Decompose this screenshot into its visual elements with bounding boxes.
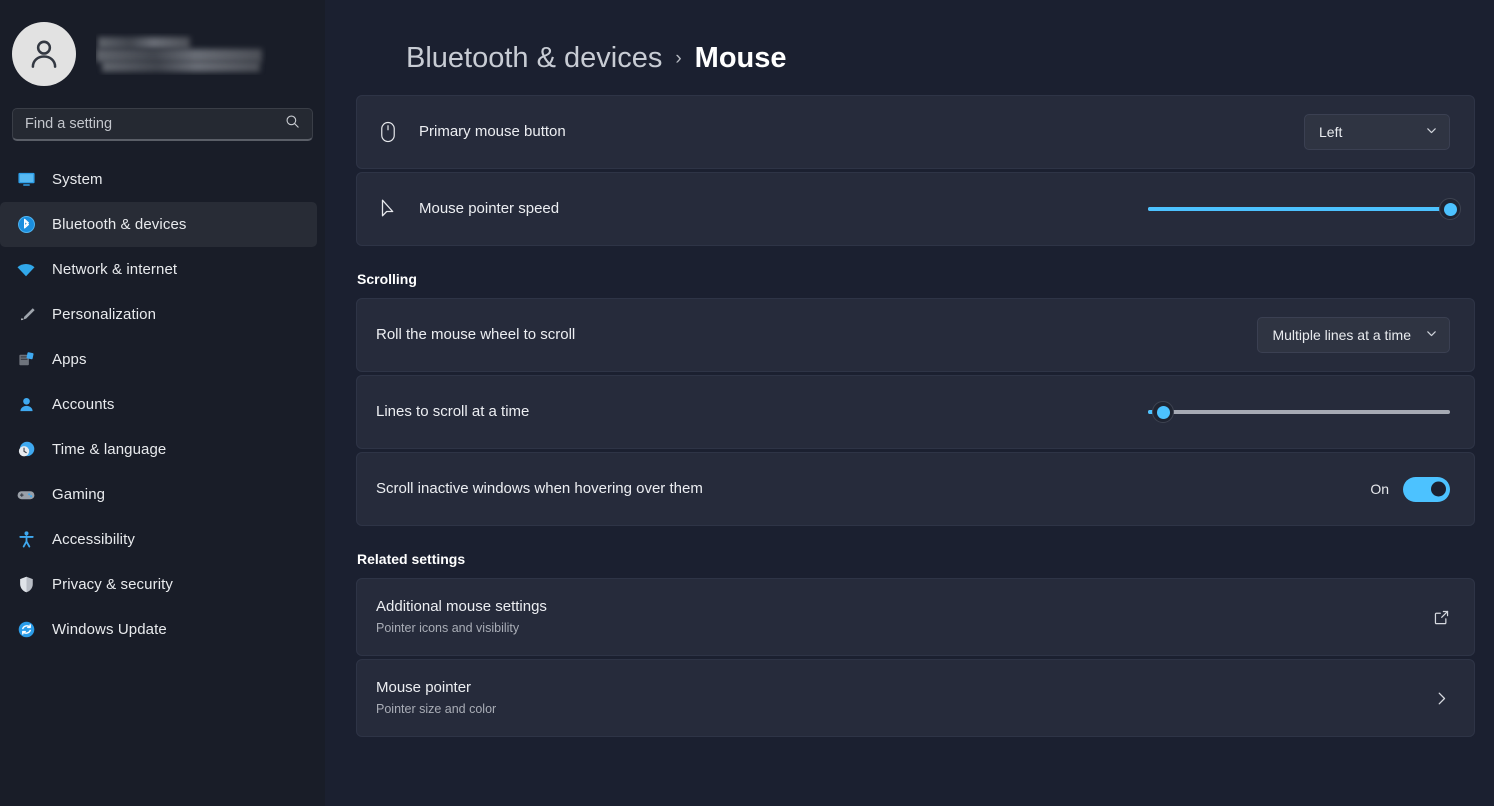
sidebar-item-label: Apps [52, 351, 87, 368]
setting-row-additional-mouse-settings[interactable]: Additional mouse settings Pointer icons … [356, 578, 1475, 656]
slider-thumb[interactable] [1152, 401, 1175, 423]
setting-subtitle: Pointer icons and visibility [376, 620, 520, 635]
sidebar-item-label: System [52, 171, 103, 188]
breadcrumb-separator-icon: › [675, 48, 682, 69]
mouse-pointer-speed-slider[interactable] [1148, 194, 1461, 224]
toggle-state-label: On [1370, 481, 1389, 497]
system-icon [12, 170, 40, 189]
update-icon [12, 620, 40, 639]
sidebar-item-system[interactable]: System [0, 157, 317, 202]
setting-label-container: Roll the mouse wheel to scroll [357, 325, 1257, 345]
clock-icon [12, 440, 40, 459]
lines-to-scroll-slider[interactable] [1148, 397, 1450, 427]
scroll-inactive-windows-toggle[interactable] [1403, 476, 1450, 502]
shield-icon [12, 575, 40, 594]
toggle-container: On [1370, 476, 1450, 502]
account-header[interactable] [0, 0, 325, 108]
sidebar-item-time-language[interactable]: Time & language [0, 427, 317, 472]
sidebar-item-apps[interactable]: Apps [0, 337, 317, 382]
breadcrumb: Bluetooth & devices › Mouse [325, 0, 1494, 95]
setting-label-container: Primary mouse button [419, 122, 1304, 142]
dropdown-value: Left [1319, 124, 1343, 140]
setting-row-scroll-inactive-windows[interactable]: Scroll inactive windows when hovering ov… [356, 452, 1475, 526]
setting-label: Scroll inactive windows when hovering ov… [376, 479, 703, 497]
sidebar-item-label: Network & internet [52, 261, 178, 278]
settings-list: Primary mouse button Left Mouse pointer … [325, 95, 1494, 737]
wifi-icon [12, 260, 40, 280]
cursor-icon [357, 198, 419, 220]
setting-row-lines-to-scroll[interactable]: Lines to scroll at a time [356, 375, 1475, 449]
setting-label-container: Mouse pointer Pointer size and color [357, 678, 1433, 717]
sidebar: System Bluetooth & devices [0, 0, 325, 806]
sidebar-item-privacy-security[interactable]: Privacy & security [0, 562, 317, 607]
setting-row-roll-mouse-wheel[interactable]: Roll the mouse wheel to scroll Multiple … [356, 298, 1475, 372]
search-input[interactable] [25, 109, 300, 139]
sidebar-item-windows-update[interactable]: Windows Update [0, 607, 317, 652]
account-name-redacted [96, 33, 266, 75]
sidebar-item-label: Personalization [52, 306, 157, 323]
gamepad-icon [12, 485, 40, 505]
chevron-down-icon [1425, 327, 1438, 343]
sidebar-item-personalization[interactable]: Personalization [0, 292, 317, 337]
setting-label-container: Scroll inactive windows when hovering ov… [357, 479, 1370, 499]
chevron-down-icon [1425, 124, 1438, 140]
search-container [0, 108, 325, 141]
accessibility-icon [12, 530, 40, 549]
primary-mouse-button-dropdown[interactable]: Left [1304, 114, 1450, 150]
setting-label: Mouse pointer speed [419, 199, 560, 217]
sidebar-item-network-internet[interactable]: Network & internet [0, 247, 317, 292]
bluetooth-icon [12, 215, 40, 234]
setting-label: Lines to scroll at a time [376, 402, 530, 420]
sidebar-item-accessibility[interactable]: Accessibility [0, 517, 317, 562]
account-icon [12, 395, 40, 414]
sidebar-nav: System Bluetooth & devices Network & int… [0, 157, 325, 652]
search-icon [285, 114, 300, 134]
sidebar-item-label: Gaming [52, 486, 106, 503]
avatar [12, 22, 76, 86]
slider-fill [1148, 207, 1450, 211]
setting-label: Roll the mouse wheel to scroll [376, 325, 576, 343]
sidebar-item-gaming[interactable]: Gaming [0, 472, 317, 517]
apps-icon [12, 350, 40, 369]
sidebar-item-accounts[interactable]: Accounts [0, 382, 317, 427]
settings-window: System Bluetooth & devices [0, 0, 1494, 806]
mouse-icon [357, 121, 419, 143]
roll-mouse-wheel-dropdown[interactable]: Multiple lines at a time [1257, 317, 1450, 353]
setting-row-mouse-pointer-speed[interactable]: Mouse pointer speed [356, 172, 1475, 246]
sidebar-item-label: Windows Update [52, 621, 167, 638]
brush-icon [12, 305, 40, 324]
dropdown-value: Multiple lines at a time [1272, 327, 1411, 343]
breadcrumb-parent-link[interactable]: Bluetooth & devices [406, 42, 662, 75]
slider-track [1148, 410, 1450, 414]
sidebar-item-label: Accessibility [52, 531, 135, 548]
slider-thumb[interactable] [1439, 198, 1461, 220]
sidebar-item-bluetooth-devices[interactable]: Bluetooth & devices [0, 202, 317, 247]
section-heading-related-settings: Related settings [357, 551, 466, 567]
setting-label-container: Lines to scroll at a time [357, 402, 1148, 422]
setting-label-container: Additional mouse settings Pointer icons … [357, 597, 1433, 636]
setting-title: Mouse pointer [376, 679, 472, 697]
external-link-icon [1433, 609, 1450, 626]
main-content: Bluetooth & devices › Mouse Primary mous… [325, 0, 1494, 806]
setting-title: Additional mouse settings [376, 598, 547, 616]
sidebar-item-label: Time & language [52, 441, 167, 458]
setting-row-mouse-pointer[interactable]: Mouse pointer Pointer size and color [356, 659, 1475, 737]
sidebar-item-label: Bluetooth & devices [52, 216, 187, 233]
section-heading-scrolling: Scrolling [357, 271, 417, 287]
search-box[interactable] [12, 108, 313, 141]
setting-subtitle: Pointer size and color [376, 701, 497, 716]
setting-row-primary-mouse-button[interactable]: Primary mouse button Left [356, 95, 1475, 169]
setting-label: Primary mouse button [419, 122, 566, 140]
setting-label-container: Mouse pointer speed [419, 199, 1148, 219]
chevron-right-icon [1433, 690, 1450, 707]
page-title: Mouse [694, 42, 787, 74]
sidebar-item-label: Accounts [52, 396, 115, 413]
sidebar-item-label: Privacy & security [52, 576, 173, 593]
